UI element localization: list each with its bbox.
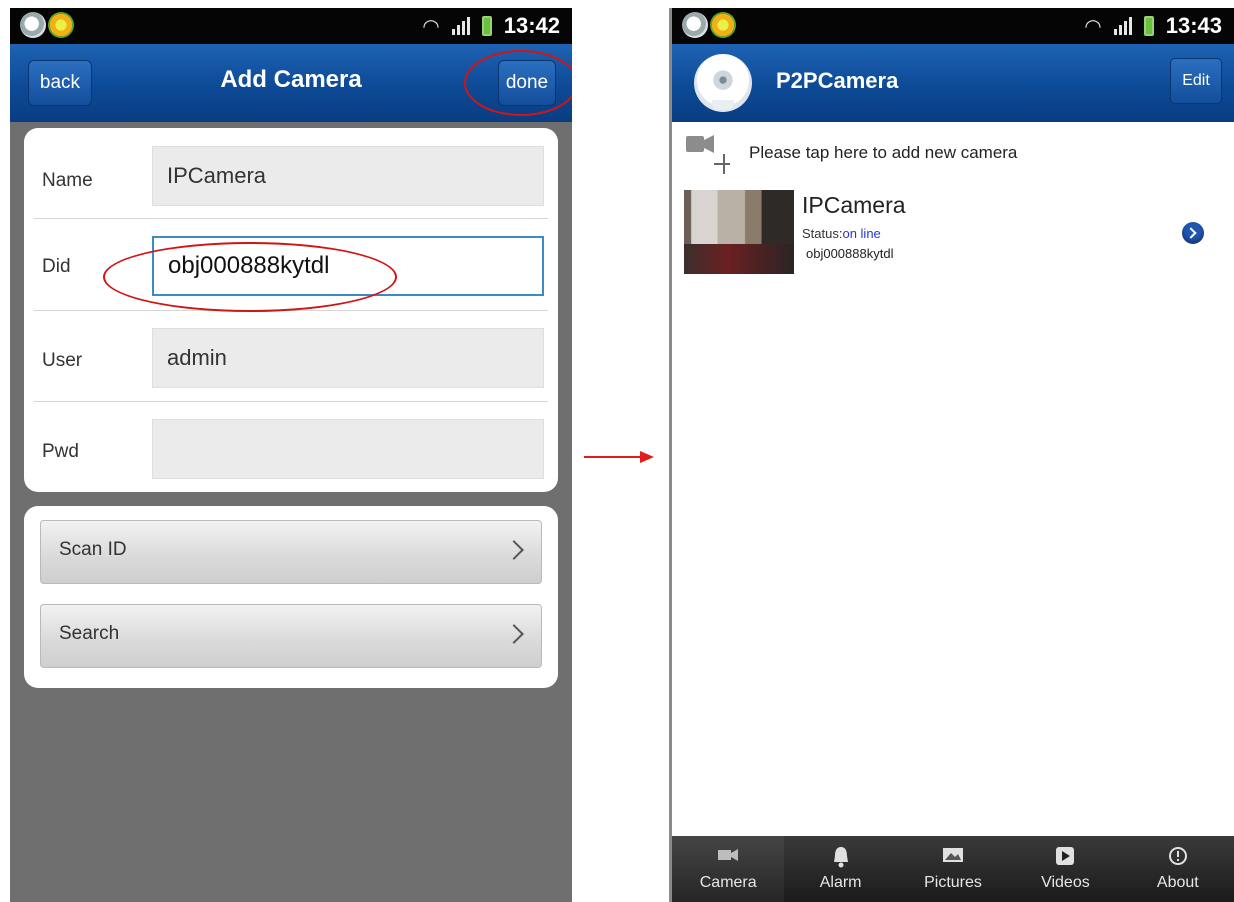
signal-icon bbox=[451, 17, 470, 35]
search-button[interactable]: Search bbox=[40, 604, 542, 668]
detail-disclosure-icon[interactable] bbox=[1182, 222, 1204, 244]
name-row: Name IPCamera bbox=[24, 128, 558, 218]
tab-label: Camera bbox=[699, 874, 757, 891]
app-notification-icon bbox=[48, 12, 74, 38]
camera-list-item[interactable]: IPCamera Status:on line obj000888kytdl bbox=[672, 186, 1234, 282]
status-bar: ◠ 13:43 bbox=[672, 8, 1234, 44]
tab-label: Pictures bbox=[924, 874, 982, 891]
notification-icons bbox=[20, 12, 74, 38]
camera-app-icon bbox=[20, 12, 46, 38]
status-bar: ◠ 13:42 bbox=[10, 8, 572, 44]
info-icon bbox=[1168, 847, 1187, 865]
page-title: Add Camera bbox=[220, 66, 362, 93]
done-button[interactable]: done bbox=[498, 60, 556, 106]
battery-icon bbox=[481, 16, 492, 36]
password-field[interactable] bbox=[152, 419, 544, 479]
title-bar: P2PCamera Edit bbox=[672, 44, 1234, 122]
add-camera-prompt: Please tap here to add new camera bbox=[749, 143, 1018, 162]
pwd-row: Pwd bbox=[24, 401, 558, 491]
tab-about[interactable]: About bbox=[1122, 836, 1234, 902]
app-notification-icon bbox=[710, 12, 736, 38]
options-card: Scan ID Search bbox=[24, 506, 558, 688]
chevron-right-icon bbox=[504, 540, 524, 560]
did-field[interactable]: obj000888kytdl bbox=[152, 236, 544, 296]
add-camera-row[interactable]: Please tap here to add new camera bbox=[672, 122, 1234, 187]
camera-status: Status:on line bbox=[802, 226, 881, 241]
status-label: Status: bbox=[802, 226, 843, 241]
tab-label: Alarm bbox=[819, 874, 862, 891]
user-row: User admin bbox=[24, 310, 558, 400]
pwd-label: Pwd bbox=[42, 441, 79, 462]
camera-did: obj000888kytdl bbox=[806, 246, 894, 261]
did-label: Did bbox=[42, 256, 71, 277]
camera-logo-icon bbox=[694, 54, 752, 112]
camera-thumbnail bbox=[684, 190, 794, 274]
video-icon bbox=[1056, 847, 1075, 865]
wifi-icon: ◠ bbox=[422, 14, 440, 38]
signal-icon bbox=[1113, 17, 1132, 35]
status-time: 13:42 bbox=[503, 13, 560, 38]
tab-videos[interactable]: Videos bbox=[1009, 836, 1121, 902]
add-camera-icon bbox=[686, 135, 730, 174]
camera-name: IPCamera bbox=[802, 192, 906, 218]
app-title: P2PCamera bbox=[776, 68, 899, 93]
bottom-tab-bar: Camera Alarm Pictures Videos About bbox=[672, 836, 1234, 902]
did-row: Did obj000888kytdl bbox=[24, 218, 558, 308]
user-field[interactable]: admin bbox=[152, 328, 544, 388]
camera-app-icon bbox=[682, 12, 708, 38]
bell-icon bbox=[833, 847, 848, 868]
status-value: on line bbox=[842, 226, 881, 241]
search-label: Search bbox=[59, 623, 120, 644]
battery-icon bbox=[1143, 16, 1154, 36]
tab-label: About bbox=[1156, 874, 1199, 891]
add-camera-screen: ◠ 13:42 back Add Camera done Name IPCame… bbox=[10, 8, 572, 902]
scan-id-button[interactable]: Scan ID bbox=[40, 520, 542, 584]
status-time: 13:43 bbox=[1165, 13, 1222, 38]
scan-id-label: Scan ID bbox=[59, 539, 127, 560]
tab-camera[interactable]: Camera bbox=[672, 836, 785, 902]
wifi-icon: ◠ bbox=[1084, 14, 1102, 38]
camera-form: Name IPCamera Did obj000888kytdl User ad… bbox=[24, 128, 558, 492]
camera-icon bbox=[718, 849, 739, 861]
edit-button[interactable]: Edit bbox=[1170, 58, 1222, 104]
tab-label: Videos bbox=[1041, 874, 1090, 891]
tab-pictures[interactable]: Pictures bbox=[897, 836, 1009, 902]
transition-arrow-icon bbox=[584, 451, 654, 463]
name-label: Name bbox=[42, 170, 93, 191]
camera-list-screen: ◠ 13:43 P2PCamera Edit Please tap here t… bbox=[669, 8, 1234, 902]
tab-alarm[interactable]: Alarm bbox=[784, 836, 896, 902]
chevron-right-icon bbox=[504, 624, 524, 644]
title-bar: back Add Camera done bbox=[10, 44, 572, 122]
notification-icons bbox=[682, 12, 736, 38]
picture-icon bbox=[943, 848, 964, 862]
name-field[interactable]: IPCamera bbox=[152, 146, 544, 206]
user-label: User bbox=[42, 350, 83, 371]
